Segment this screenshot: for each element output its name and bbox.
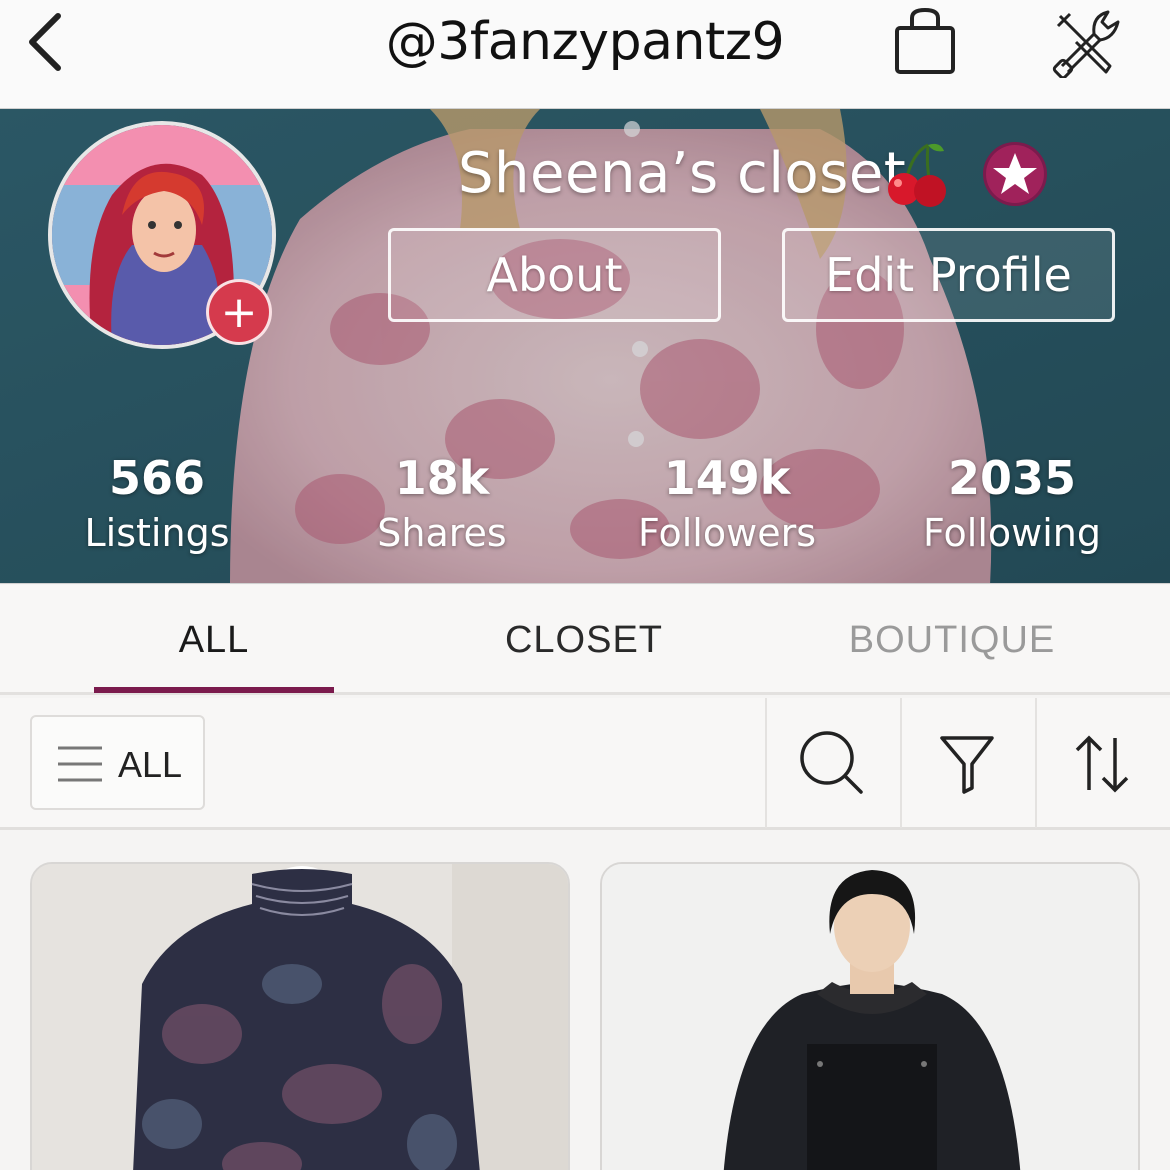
edit-profile-button[interactable]: Edit Profile — [782, 228, 1115, 322]
sort-arrows-icon — [1075, 735, 1129, 793]
filter-funnel-icon — [940, 736, 994, 794]
tab-all[interactable]: ALL — [94, 585, 334, 693]
listing-card[interactable] — [30, 862, 570, 1170]
closet-settings-button[interactable] — [1050, 6, 1124, 80]
filter-button[interactable] — [900, 698, 1035, 828]
closet-tabs: ALL CLOSET BOUTIQUE — [0, 585, 1170, 695]
menu-lines-icon — [58, 746, 102, 782]
shopping-bag-icon — [895, 7, 955, 74]
stat-label: Shares — [377, 511, 507, 555]
tab-boutique[interactable]: BOUTIQUE — [832, 585, 1072, 693]
tools-icon — [1052, 10, 1120, 80]
about-button[interactable]: About — [388, 228, 721, 322]
stat-followers[interactable]: 149k Followers — [607, 449, 847, 559]
listing-card[interactable] — [600, 862, 1140, 1170]
tab-closet[interactable]: CLOSET — [464, 585, 704, 693]
stat-label: Followers — [638, 511, 816, 555]
add-photo-button[interactable]: + — [206, 279, 272, 345]
stat-label: Following — [923, 511, 1101, 555]
stat-value: 18k — [394, 451, 490, 505]
closet-name: Sheena’s closet — [458, 141, 907, 206]
filter-bar: ALL — [0, 698, 1170, 830]
stat-value: 2035 — [947, 451, 1077, 505]
stat-label: Listings — [84, 511, 230, 555]
listing-image — [602, 864, 1138, 1170]
cherry-icon — [888, 143, 946, 207]
stat-value: 566 — [108, 451, 206, 505]
stat-value: 149k — [663, 451, 791, 505]
top-nav-bar: @3fanzypantz9 — [0, 0, 1170, 108]
selected-tab-indicator — [94, 687, 334, 693]
shopping-bag-button[interactable] — [890, 6, 960, 78]
search-button[interactable] — [765, 698, 900, 828]
category-label: ALL — [118, 744, 183, 785]
page-title: @3fanzypantz9 — [385, 12, 785, 72]
stat-listings[interactable]: 566 Listings — [37, 449, 277, 559]
category-button[interactable]: ALL — [30, 715, 205, 810]
listing-image — [32, 864, 568, 1170]
ambassador-star-icon — [983, 142, 1047, 206]
profile-header: + Sheena’s closet About Edit Profile 566… — [0, 108, 1170, 584]
stat-following[interactable]: 2035 Following — [892, 449, 1132, 559]
stat-shares[interactable]: 18k Shares — [322, 449, 562, 559]
sort-button[interactable] — [1035, 698, 1170, 828]
search-icon — [800, 731, 863, 794]
